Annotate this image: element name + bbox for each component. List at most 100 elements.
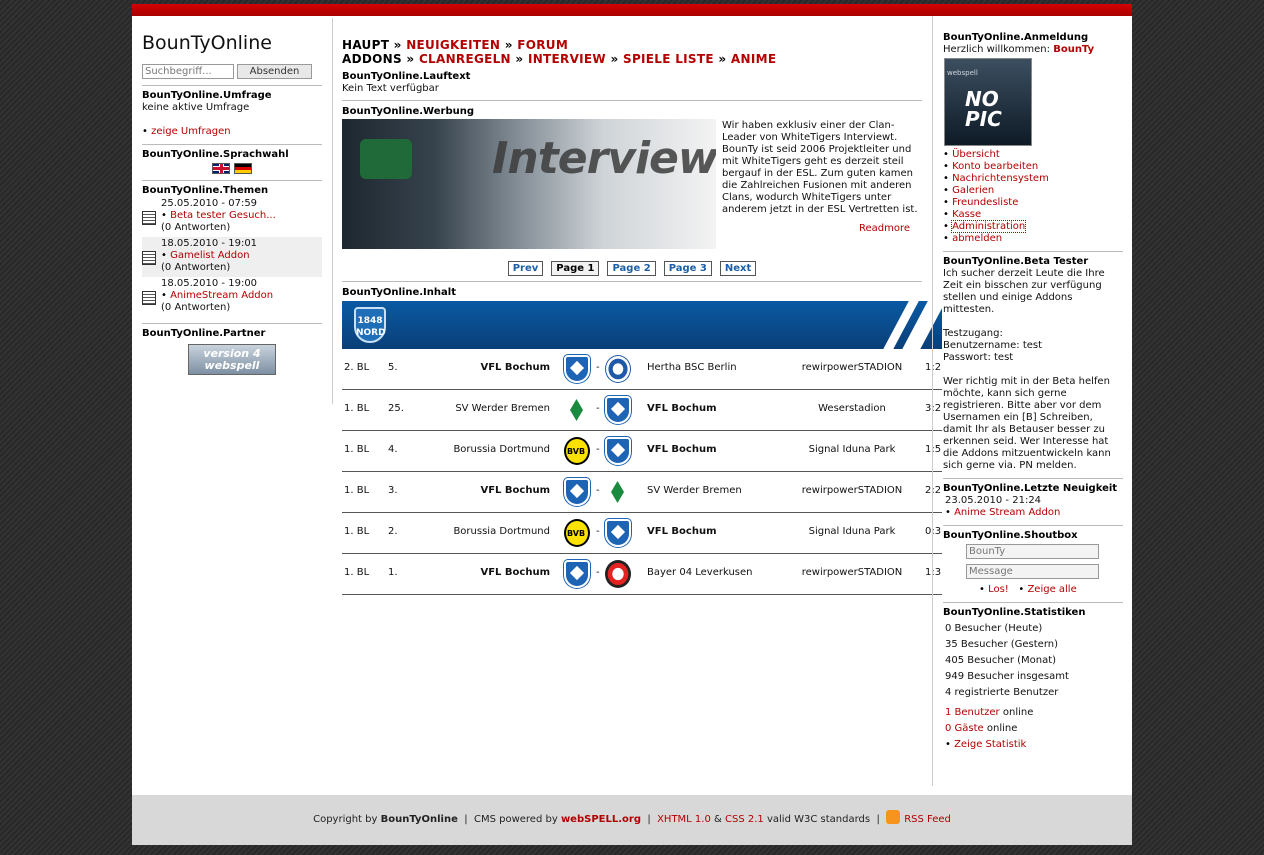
match-round: 5. <box>388 362 398 373</box>
xhtml-link[interactable]: XHTML 1.0 <box>657 814 711 825</box>
username-link[interactable]: BounTy <box>1053 44 1094 55</box>
match-score: 1:5 <box>925 444 942 455</box>
topics-title: BounTyOnline.Themen <box>142 185 269 196</box>
show-stats-link[interactable]: Zeige Statistik <box>954 739 1026 750</box>
nav-haupt[interactable]: HAUPT <box>342 38 389 52</box>
css-link[interactable]: CSS 2.1 <box>725 814 764 825</box>
page-1-button[interactable]: Page 1 <box>551 261 600 276</box>
webspell-partner-badge[interactable]: version 4 webspell <box>188 344 276 375</box>
werder-crest-icon <box>564 396 590 424</box>
site-logo[interactable]: BounTyOnline <box>142 32 322 62</box>
stat-line: 35 Besucher (Gestern) <box>945 639 1059 650</box>
topic-item: 18.05.2010 - 19:01 Gamelist Addon (0 Ant… <box>142 237 322 277</box>
online-label: online <box>1002 707 1034 718</box>
divider <box>943 251 1123 252</box>
rss-icon[interactable] <box>886 810 901 824</box>
menu-nachrichtensystem[interactable]: Nachrichtensystem <box>952 173 1049 184</box>
beta-title: BounTyOnline.Beta Tester <box>943 256 1089 267</box>
shoutbox-title: BounTyOnline.Shoutbox <box>943 530 1078 541</box>
topic-document-icon <box>142 251 156 265</box>
vfl-crest-icon <box>605 437 631 465</box>
webspell-link[interactable]: webSPELL.org <box>561 814 641 825</box>
ticker-text: Kein Text verfügbar <box>342 83 439 94</box>
topic-link[interactable]: Gamelist Addon <box>170 250 249 261</box>
search-form: Suchbegriff... Absenden <box>142 64 322 79</box>
prev-page-button[interactable]: Prev <box>507 261 544 276</box>
readmore-link[interactable]: Readmore <box>859 223 910 234</box>
language-flags <box>142 163 322 174</box>
shoutbox-send-link[interactable]: Los! <box>988 584 1009 595</box>
poll-title: BounTyOnline.Umfrage <box>142 90 272 101</box>
user-avatar[interactable]: NO PIC webspell <box>944 58 1032 146</box>
partner-title: BounTyOnline.Partner <box>142 328 266 339</box>
page-2-button[interactable]: Page 2 <box>607 261 656 276</box>
shoutbox-show-all-link[interactable]: Zeige alle <box>1027 584 1076 595</box>
match-stadium: rewirpowerSTADION <box>801 567 903 578</box>
divider <box>142 144 322 145</box>
topic-date: 18.05.2010 - 19:01 <box>161 238 258 249</box>
menu-galerien[interactable]: Galerien <box>952 185 994 196</box>
rss-feed-link[interactable]: RSS Feed <box>904 814 951 825</box>
shoutbox-message-input[interactable]: Message <box>966 564 1099 579</box>
stats-list: 0 Besucher (Heute) 35 Besucher (Gestern)… <box>943 621 1123 753</box>
menu-administration[interactable]: Administration <box>951 220 1027 233</box>
page-3-button[interactable]: Page 3 <box>663 261 712 276</box>
match-away-team: VFL Bochum <box>647 444 717 455</box>
match-league: 1. BL <box>344 567 370 578</box>
guests-online-link[interactable]: 0 Gäste <box>945 723 984 734</box>
nav-spiele-liste[interactable]: SPIELE LISTE <box>623 52 714 66</box>
search-submit-button[interactable]: Absenden <box>237 64 312 79</box>
ad-image-title: Interview <box>492 133 716 184</box>
menu-freundesliste[interactable]: Freundesliste <box>952 197 1018 208</box>
online-label: online <box>986 723 1018 734</box>
nav-addons[interactable]: ADDONS <box>342 52 402 66</box>
menu-kasse[interactable]: Kasse <box>952 209 981 220</box>
nav-anime[interactable]: ANIME <box>731 52 776 66</box>
flag-german-icon[interactable] <box>234 163 252 174</box>
search-input[interactable]: Suchbegriff... <box>142 64 234 79</box>
menu-konto-bearbeiten[interactable]: Konto bearbeiten <box>952 161 1038 172</box>
news-link[interactable]: Anime Stream Addon <box>954 507 1060 518</box>
divider <box>142 85 322 86</box>
topic-replies: (0 Antworten) <box>161 262 231 273</box>
copyright-label: Copyright by <box>313 814 378 825</box>
topic-date: 25.05.2010 - 07:59 <box>161 198 258 209</box>
nav-separator: » <box>504 38 513 52</box>
ad-title: BounTyOnline.Werbung <box>342 106 475 117</box>
nav-clanregeln[interactable]: CLANREGELN <box>419 52 511 66</box>
users-online-link[interactable]: 1 Benutzer <box>945 707 1000 718</box>
topics-list: 25.05.2010 - 07:59 Beta tester Gesuch...… <box>142 197 322 317</box>
bochum-banner: 1848 NORD <box>342 301 942 349</box>
match-row: 1. BL 25. SV Werder Bremen - VFL Bochum Weser… <box>342 390 942 431</box>
match-home-team: SV Werder Bremen <box>455 403 550 414</box>
bayer-crest-icon <box>605 560 631 588</box>
main-navigation: HAUPT » NEUIGKEITEN » FORUM ADDONS » CLA… <box>342 38 922 66</box>
beta-text: Ich sucher derzeit Leute die Ihre Zeit e… <box>943 268 1105 315</box>
avatar-side-text: webspell <box>947 69 978 77</box>
menu-abmelden[interactable]: abmelden <box>952 233 1002 244</box>
nav-neuigkeiten[interactable]: NEUIGKEITEN <box>406 38 500 52</box>
topic-link[interactable]: Beta tester Gesuch... <box>170 210 276 221</box>
topic-document-icon <box>142 291 156 305</box>
match-row: 1. BL 4. Borussia Dortmund - VFL Bochum Signa… <box>342 431 942 472</box>
flag-english-icon[interactable] <box>212 163 230 174</box>
interview-ad-image[interactable]: Interview <box>342 119 716 249</box>
show-polls-link[interactable]: zeige Umfragen <box>151 126 231 137</box>
next-page-button[interactable]: Next <box>719 261 757 276</box>
nav-forum[interactable]: FORUM <box>517 38 568 52</box>
match-stadium: rewirpowerSTADION <box>801 485 903 496</box>
divider <box>342 281 922 282</box>
topic-replies: (0 Antworten) <box>161 222 231 233</box>
right-sidebar: BounTyOnline.Anmeldung Herzlich willkomm… <box>943 16 1123 753</box>
nav-interview[interactable]: INTERVIEW <box>528 52 606 66</box>
divider <box>342 100 922 101</box>
match-away-team: SV Werder Bremen <box>647 485 742 496</box>
footer-separator: | <box>464 814 468 825</box>
topic-document-icon <box>142 211 156 225</box>
shoutbox-name-input[interactable]: BounTy <box>966 544 1099 559</box>
menu-uebersicht[interactable]: Übersicht <box>952 149 1000 160</box>
divider <box>142 323 322 324</box>
topic-link[interactable]: AnimeStream Addon <box>170 290 273 301</box>
footer-separator: | <box>647 814 651 825</box>
match-home-team: VFL Bochum <box>480 567 550 578</box>
